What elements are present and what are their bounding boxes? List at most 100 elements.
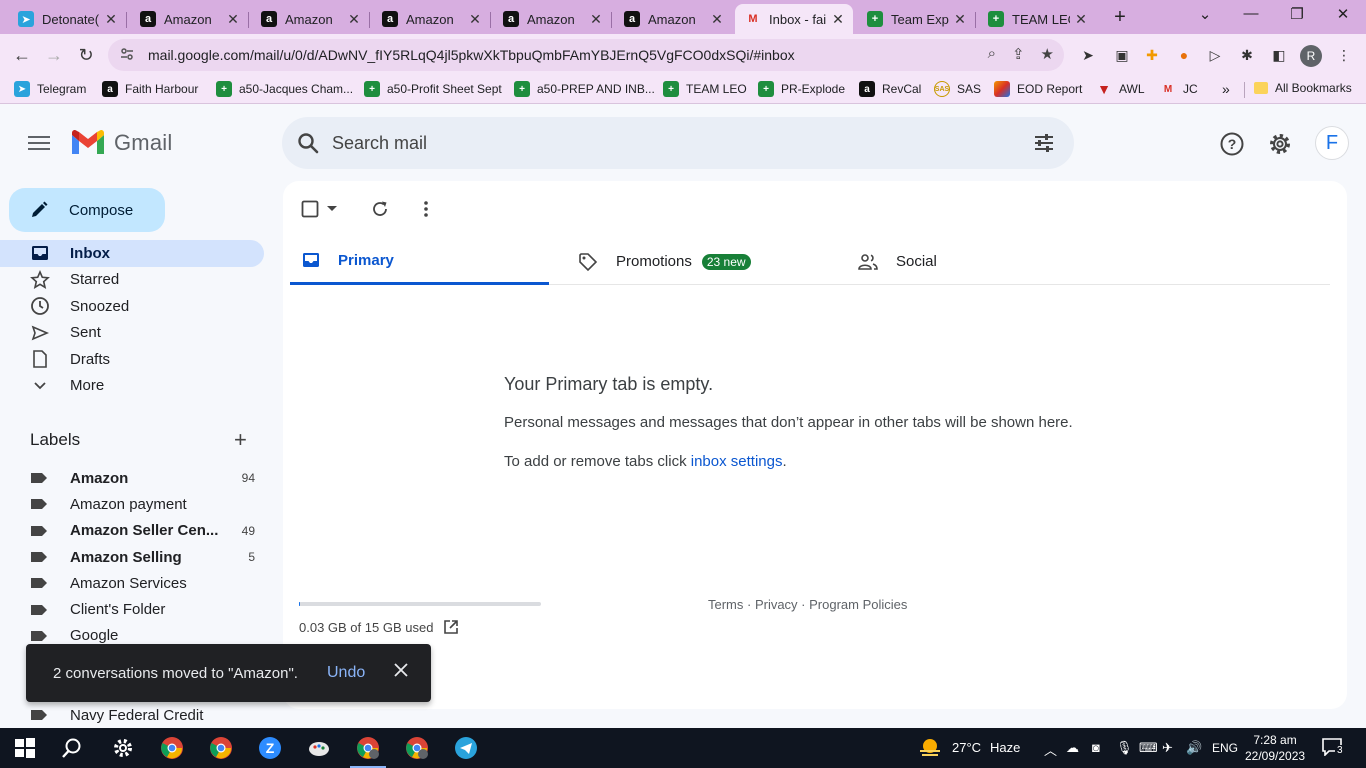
bookmark-item[interactable]: SAS SAS (934, 81, 981, 97)
minimize-button[interactable]: — (1236, 5, 1266, 22)
onedrive-icon[interactable]: ☁ (1066, 740, 1079, 756)
all-bookmarks-button[interactable]: All Bookmarks (1254, 81, 1352, 95)
gmail-logo[interactable]: Gmail (70, 129, 172, 157)
bookmarks-overflow-button[interactable]: » (1222, 81, 1230, 97)
extensions-puzzle-icon[interactable]: ✱ (1237, 45, 1257, 65)
weather-temp[interactable]: 27°C (952, 740, 981, 755)
search-icon[interactable] (296, 131, 320, 155)
help-icon[interactable]: ? (1219, 131, 1245, 157)
nav-item-sent[interactable]: Sent (0, 320, 264, 347)
close-tab-icon[interactable]: ✕ (589, 11, 603, 28)
bookmark-item[interactable]: ➤ Telegram (14, 81, 86, 97)
telegram-icon[interactable] (454, 736, 478, 760)
bookmark-item[interactable]: + TEAM LEO (663, 81, 747, 97)
close-tab-icon[interactable]: ✕ (1074, 11, 1088, 28)
settings-gear-icon[interactable] (1267, 131, 1293, 157)
reload-button[interactable]: ↻ (74, 43, 98, 67)
camera-icon[interactable]: ◙ (1092, 740, 1100, 755)
bookmark-star-icon[interactable]: ★ (1041, 45, 1054, 63)
microphone-icon[interactable]: 🎙 (1116, 740, 1133, 756)
label-item-amazon-payment[interactable]: Amazon payment (0, 491, 272, 517)
close-tab-icon[interactable]: ✕ (104, 11, 118, 28)
close-tab-icon[interactable]: ✕ (347, 11, 361, 28)
browser-tab[interactable]: + TEAM LEO ✕ (978, 4, 1096, 34)
close-icon[interactable] (394, 663, 408, 677)
close-tab-icon[interactable]: ✕ (226, 11, 240, 28)
label-item-navy-federal-credit[interactable]: Navy Federal Credit (0, 702, 272, 728)
network-icon[interactable]: ✈ (1162, 740, 1173, 756)
windows-start-icon[interactable] (13, 736, 37, 760)
restore-button[interactable]: ❐ (1282, 5, 1312, 23)
share-icon[interactable]: ⇪ (1012, 45, 1025, 63)
chrome-icon[interactable] (160, 736, 184, 760)
account-avatar[interactable]: F (1316, 127, 1348, 159)
create-label-icon[interactable]: + (234, 429, 247, 451)
label-item-amazon[interactable]: Amazon 94 (0, 465, 272, 491)
settings-gear-icon[interactable] (111, 736, 135, 760)
bookmark-item[interactable]: a Faith Harbour (102, 81, 198, 97)
main-menu-icon[interactable] (26, 132, 52, 154)
browser-tab[interactable]: a Amazon ✕ (372, 4, 491, 34)
search-input[interactable] (332, 132, 972, 154)
tab-primary[interactable]: Primary (290, 238, 549, 285)
select-all-checkbox[interactable] (301, 200, 319, 218)
zoom-app-icon[interactable]: Z (258, 736, 282, 760)
open-external-icon[interactable] (443, 619, 459, 635)
browser-tab[interactable]: a Amazon ✕ (130, 4, 249, 34)
side-panel-icon[interactable]: ◧ (1269, 45, 1289, 65)
search-bar[interactable] (282, 117, 1074, 169)
bookmark-item[interactable]: a RevCal (859, 81, 921, 97)
close-tab-icon[interactable]: ✕ (468, 11, 482, 28)
notification-center-icon[interactable]: 3 (1322, 738, 1346, 758)
bookmark-item[interactable]: + a50-PREP AND INB... (514, 81, 655, 97)
extension-arrow-icon[interactable]: ➤ (1078, 45, 1098, 65)
close-tab-icon[interactable]: ✕ (710, 11, 724, 28)
tray-overflow-icon[interactable]: ︿ (1044, 740, 1057, 759)
extension-off-icon[interactable]: ▣ (1112, 45, 1132, 65)
bookmark-item[interactable]: M JC (1160, 81, 1198, 97)
browser-tab[interactable]: ➤ Detonate( ✕ (8, 4, 127, 34)
weather-desc[interactable]: Haze (990, 740, 1020, 755)
footer-links[interactable]: Terms · Privacy · Program Policies (708, 597, 907, 612)
back-button[interactable]: ← (10, 43, 34, 67)
browser-tab[interactable]: a Amazon ✕ (251, 4, 370, 34)
nav-item-drafts[interactable]: Drafts (0, 346, 264, 373)
chrome-profile-icon[interactable] (405, 736, 429, 760)
bookmark-item[interactable]: + PR-Explode (758, 81, 845, 97)
new-tab-button[interactable]: + (1108, 6, 1132, 29)
label-item-amazon-selling[interactable]: Amazon Selling 5 (0, 544, 272, 570)
browser-menu-icon[interactable]: ⋮ (1334, 45, 1354, 65)
nav-item-more[interactable]: More (0, 373, 264, 400)
search-options-icon[interactable] (1032, 131, 1056, 155)
zoom-icon[interactable]: ⌕ (988, 45, 996, 63)
site-info-icon[interactable] (120, 47, 136, 64)
close-window-button[interactable]: ✕ (1328, 5, 1358, 23)
input-method-icon[interactable]: ⌨ (1139, 740, 1158, 756)
tab-promotions[interactable]: Promotions 23 new (578, 238, 751, 285)
browser-profile-avatar[interactable]: R (1300, 45, 1322, 67)
label-item-amazon-services[interactable]: Amazon Services (0, 570, 272, 596)
nav-item-inbox[interactable]: Inbox (0, 240, 264, 267)
chrome-profile-icon[interactable] (356, 736, 380, 760)
bookmark-item[interactable]: + a50-Jacques Cham... (216, 81, 353, 97)
bookmark-item[interactable]: ▼ AWL (1096, 81, 1145, 97)
inbox-settings-link[interactable]: inbox settings (691, 453, 783, 470)
browser-tab-active[interactable]: M Inbox - fai ✕ (735, 4, 853, 34)
language-indicator[interactable]: ENG (1212, 741, 1238, 755)
tab-search-chevron-icon[interactable]: ⌄ (1190, 5, 1220, 23)
label-item-clients-folder[interactable]: Client's Folder (0, 596, 272, 622)
close-tab-icon[interactable]: ✕ (953, 11, 967, 28)
bookmark-item[interactable]: + a50-Profit Sheet Sept (364, 81, 502, 97)
browser-tab[interactable]: a Amazon ✕ (614, 4, 732, 34)
forward-button[interactable]: → (42, 43, 66, 67)
refresh-icon[interactable] (371, 200, 389, 218)
more-options-icon[interactable] (423, 200, 429, 218)
label-item-amazon-seller-central[interactable]: Amazon Seller Cen... 49 (0, 518, 272, 544)
nav-item-snoozed[interactable]: Snoozed (0, 293, 264, 320)
chrome-icon[interactable] (209, 736, 233, 760)
extension-badge-icon[interactable]: ✚ (1142, 45, 1162, 65)
browser-tab[interactable]: + Team Explo ✕ (857, 4, 976, 34)
nav-item-starred[interactable]: Starred (0, 267, 264, 294)
close-tab-icon[interactable]: ✕ (831, 11, 845, 28)
extension-send-icon[interactable]: ▷ (1205, 45, 1225, 65)
